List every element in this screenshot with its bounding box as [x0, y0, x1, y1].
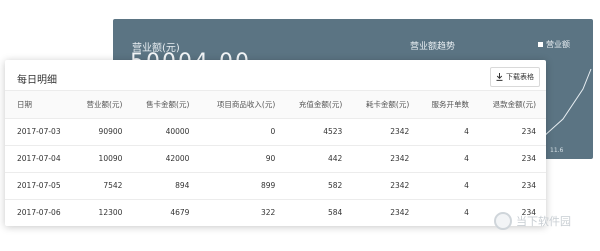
column-header-service-orders[interactable]: 服务开单数: [419, 91, 479, 118]
cell-date: 2017-07-04: [5, 144, 75, 172]
watermark: 当下软件园: [494, 212, 571, 230]
cell-revenue: 10090: [74, 144, 133, 172]
cell-refund: 234: [478, 171, 546, 199]
cell-card-consumption: 2342: [352, 144, 420, 172]
column-header-revenue[interactable]: 营业额(元): [75, 91, 133, 118]
cell-refund: 234: [478, 144, 546, 172]
revenue-trend-title: 营业额趋势: [410, 42, 456, 52]
download-icon: [496, 73, 503, 81]
cell-product-income: 322: [199, 198, 286, 226]
cell-date: 2017-07-06: [5, 198, 75, 226]
cell-service-orders: 4: [419, 198, 479, 226]
cell-recharge: 442: [285, 144, 353, 172]
cell-revenue: 7542: [74, 171, 133, 199]
cell-date: 2017-07-05: [5, 171, 75, 199]
table-row[interactable]: 2017-07-06 12300 4679 322 584 2342 4 234: [5, 198, 546, 226]
cell-refund: 234: [478, 117, 546, 145]
cell-service-orders: 4: [419, 144, 479, 172]
column-header-date[interactable]: 日期: [5, 91, 75, 118]
cell-product-income: 899: [199, 171, 286, 199]
watermark-text: 当下软件园: [516, 215, 571, 228]
cell-service-orders: 4: [419, 117, 479, 145]
cell-service-orders: 4: [419, 171, 479, 199]
cell-product-income: 90: [199, 144, 286, 172]
column-header-card-consumption[interactable]: 耗卡金额(元): [352, 91, 419, 118]
cell-revenue: 90900: [74, 117, 133, 145]
cell-product-income: 0: [199, 117, 286, 145]
table-row[interactable]: 2017-07-04 10090 42000 90 442 2342 4 234: [5, 144, 546, 172]
table-row[interactable]: 2017-07-05 7542 894 899 582 2342 4 234: [5, 171, 546, 199]
cell-recharge: 582: [285, 171, 353, 199]
axis-tick-label: 11.6: [550, 147, 564, 154]
column-header-product-income[interactable]: 项目商品收入(元): [199, 91, 285, 118]
column-header-recharge[interactable]: 充值金额(元): [285, 91, 352, 118]
watermark-logo-icon: [494, 212, 512, 230]
table-row[interactable]: 2017-07-03 90900 40000 0 4523 2342 4 234: [5, 117, 546, 145]
column-header-refund[interactable]: 退款金额(元): [479, 91, 546, 118]
cell-recharge: 4523: [285, 117, 353, 145]
cell-card-sales: 894: [132, 171, 200, 199]
daily-detail-table: 日期 营业额(元) 售卡金额(元) 项目商品收入(元) 充值金额(元) 耗卡金额…: [5, 91, 546, 226]
download-table-button[interactable]: 下载表格: [490, 67, 540, 87]
download-label: 下载表格: [506, 73, 534, 81]
cell-card-consumption: 2342: [352, 117, 420, 145]
cell-card-sales: 40000: [132, 117, 200, 145]
cell-card-sales: 4679: [132, 198, 200, 226]
column-header-card-sales[interactable]: 售卡金额(元): [132, 91, 199, 118]
daily-detail-card: 每日明细 下载表格 日期 营业额(元) 售卡金额(元) 项目商品收入(元) 充值…: [5, 60, 546, 226]
cell-card-consumption: 2342: [352, 198, 420, 226]
cell-card-sales: 42000: [132, 144, 200, 172]
cell-card-consumption: 2342: [352, 171, 420, 199]
table-header-row: 日期 营业额(元) 售卡金额(元) 项目商品收入(元) 充值金额(元) 耗卡金额…: [5, 91, 546, 118]
cell-revenue: 12300: [74, 198, 133, 226]
cell-recharge: 584: [285, 198, 353, 226]
card-title: 每日明细: [17, 75, 57, 86]
card-header: 每日明细 下载表格: [5, 60, 546, 91]
legend-swatch: [538, 42, 543, 47]
cell-date: 2017-07-03: [5, 117, 75, 145]
